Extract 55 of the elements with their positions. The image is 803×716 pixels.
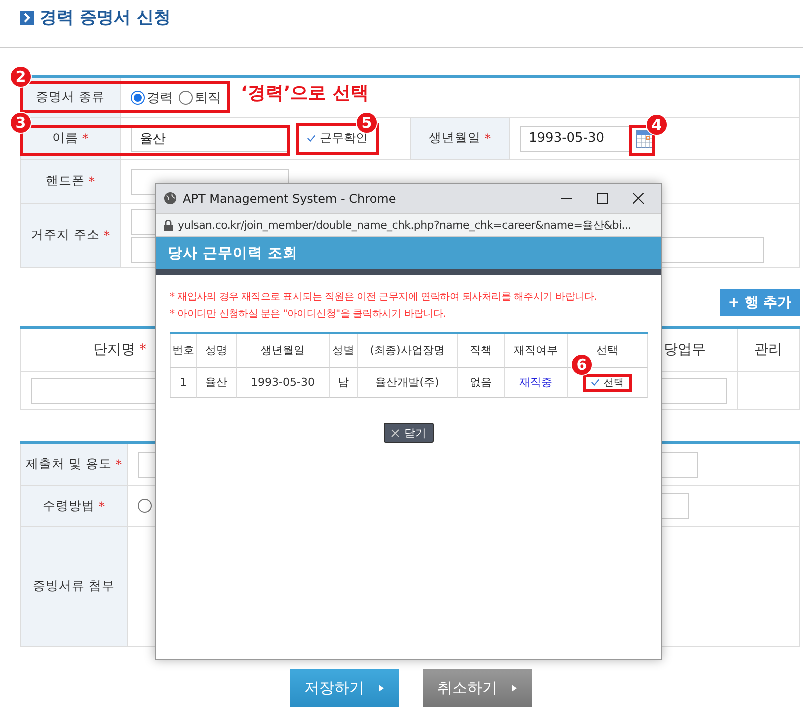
check-icon <box>307 134 316 143</box>
close-icon <box>390 428 400 438</box>
column-header: 생년월일 <box>237 334 330 368</box>
annotation-note: ‘경력’으로 선택 <box>241 82 369 105</box>
lock-icon <box>164 220 173 230</box>
popup-heading: 당사 근무이력 조회 <box>156 237 661 275</box>
table-cell: 1 <box>170 368 197 398</box>
step-marker: 5 <box>356 112 378 134</box>
required-mark: * <box>82 131 89 146</box>
column-header: 성별 <box>330 334 358 368</box>
step-marker: 4 <box>646 114 668 136</box>
date-field[interactable]: 1993-05-30 <box>520 126 630 152</box>
step-marker: 6 <box>571 354 593 376</box>
page-title: 경력 증명서 신청 <box>40 7 171 29</box>
table-cell: 1993-05-30 <box>237 368 330 398</box>
caret-icon <box>378 684 384 692</box>
required-mark: * <box>484 131 492 146</box>
notice-text: * 재입사의 경우 재직으로 표시되는 직원은 이전 근무지에 연락하여 퇴사처리를 해주시기 바랍니다. <box>170 291 598 304</box>
radio-option[interactable]: 경력 <box>131 88 173 106</box>
window-title: APT Management System - Chrome <box>183 192 398 206</box>
required-mark: * <box>98 498 106 514</box>
required-mark: * <box>104 228 110 243</box>
close-button[interactable]: 닫기 <box>384 423 434 443</box>
step-marker: 3 <box>10 112 32 134</box>
form-label: 수령방법 * <box>20 486 128 527</box>
column-header: 재직여부 <box>505 334 568 368</box>
url-text: yulsan.co.kr/join_member/double_name_chk.php?name_chk=career&name=율산&bi... <box>178 218 632 232</box>
radio-button[interactable] <box>138 499 152 513</box>
column-header: 번호 <box>170 334 197 368</box>
form-label: 생년월일 * <box>411 118 510 160</box>
check-icon <box>591 378 600 387</box>
column-header: (최종)사업장명 <box>358 334 458 368</box>
required-mark: * <box>140 342 146 358</box>
table-cell: 없음 <box>458 368 505 398</box>
form-label: 핸드폰 * <box>20 160 121 204</box>
required-mark: * <box>88 174 96 189</box>
form-label: 제출처 및 용도 * <box>20 444 128 486</box>
cancel-button[interactable]: 취소하기 <box>422 669 532 707</box>
notice-text: * 아이디만 신청하실 분은 "아이디신청"을 클릭하시기 바랍니다. <box>170 308 447 321</box>
column-header: 관리 <box>738 329 800 372</box>
chevron-icon <box>20 10 34 24</box>
step-marker: 2 <box>10 66 32 88</box>
column-header: 성명 <box>197 334 237 368</box>
column-header: 직책 <box>458 334 505 368</box>
status-cell: 재직중 <box>505 368 568 398</box>
caret-icon <box>512 684 516 692</box>
table-cell: 율산 <box>197 368 237 398</box>
select-button[interactable]: 선택 <box>583 374 632 392</box>
globe-icon <box>164 192 177 205</box>
required-mark: * <box>116 457 122 472</box>
form-label: 거주지 주소 * <box>20 204 121 268</box>
form-label: 증빙서류 첨부 <box>20 527 128 647</box>
radio-option[interactable]: 퇴직 <box>179 88 221 106</box>
table-cell: 율산개발(주) <box>358 368 458 398</box>
table-cell: 남 <box>330 368 358 398</box>
